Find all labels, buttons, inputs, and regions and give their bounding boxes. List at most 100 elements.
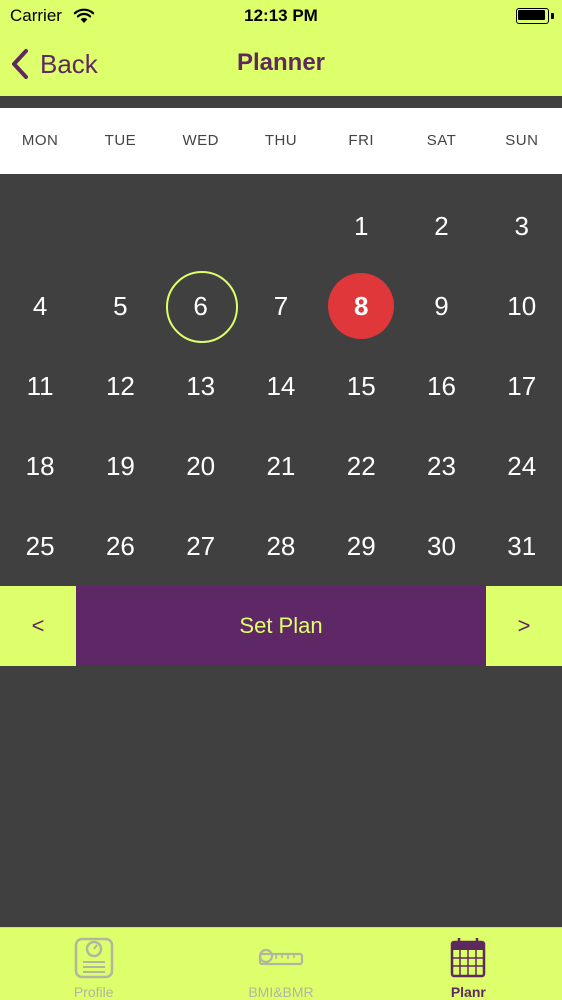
calendar-empty-cell	[241, 186, 321, 266]
calendar-day-28[interactable]: 28	[241, 506, 321, 586]
weekday-header: MON TUE WED THU FRI SAT SUN	[0, 108, 562, 174]
weekday-label: SAT	[426, 132, 457, 149]
calendar-day-21[interactable]: 21	[241, 426, 321, 506]
day-number: 16	[427, 370, 456, 401]
day-number: 30	[427, 530, 456, 561]
calendar-icon	[451, 938, 486, 978]
day-number: 2	[434, 210, 449, 241]
weekday-label: WED	[182, 132, 219, 149]
weekday-label: SUN	[505, 132, 539, 149]
weekday-label: TUE	[104, 132, 137, 149]
day-number: 10	[507, 290, 537, 321]
calendar-week-row: 11 12 13 14 15 16 17	[0, 346, 562, 426]
calendar-day-22[interactable]: 22	[321, 426, 401, 506]
day-number: 18	[25, 450, 55, 481]
tab-label: Planr	[450, 984, 486, 1000]
back-button[interactable]: Back	[10, 46, 98, 82]
calendar-day-14[interactable]: 14	[241, 346, 321, 426]
previous-month-button[interactable]: <	[0, 586, 76, 666]
day-number: 23	[427, 450, 456, 481]
weekday-label: FRI	[348, 132, 375, 149]
tab-bmi-bmr[interactable]: BMI&BMR	[187, 928, 374, 1000]
back-label: Back	[40, 48, 98, 79]
status-bar: Carrier 12:13 PM	[0, 0, 562, 32]
day-number: 29	[346, 530, 376, 561]
day-number: 4	[32, 290, 48, 321]
calendar-day-7[interactable]: 7	[241, 266, 321, 346]
calendar-day-25[interactable]: 25	[0, 506, 80, 586]
day-number: 9	[434, 290, 449, 321]
calendar-week-row: 25 26 27 28 29 30 31	[0, 506, 562, 586]
next-month-button[interactable]: >	[486, 586, 562, 666]
day-number: 13	[186, 370, 216, 401]
calendar-day-27[interactable]: 27	[161, 506, 241, 586]
tab-label: Profile	[73, 984, 114, 1000]
battery-icon	[516, 8, 554, 24]
day-number: 26	[105, 530, 135, 561]
calendar-day-12[interactable]: 12	[80, 346, 160, 426]
calendar-day-17[interactable]: 17	[482, 346, 562, 426]
calendar-day-18[interactable]: 18	[0, 426, 80, 506]
calendar-day-10[interactable]: 10	[482, 266, 562, 346]
day-number: 3	[514, 210, 529, 241]
calendar-day-3[interactable]: 3	[482, 186, 562, 266]
day-number: 31	[507, 530, 537, 561]
clock: 12:13 PM	[244, 6, 318, 25]
day-number: 1	[353, 210, 369, 241]
calendar-day-13[interactable]: 13	[161, 346, 241, 426]
tab-planr[interactable]: Planr	[375, 928, 562, 1000]
day-number: 6	[193, 290, 208, 321]
calendar-day-23[interactable]: 23	[401, 426, 481, 506]
day-number: 14	[266, 370, 296, 401]
day-number: 22	[346, 450, 376, 481]
calendar-week-row: 4 5 6 7 8 9 10	[0, 266, 562, 346]
tape-measure-icon	[258, 948, 304, 966]
day-number: 12	[105, 370, 135, 401]
calendar-day-11[interactable]: 11	[0, 346, 80, 426]
calendar-day-29[interactable]: 29	[321, 506, 401, 586]
tab-bar: Profile BMI&BMR Planr	[0, 927, 562, 1000]
calendar-day-26[interactable]: 26	[80, 506, 160, 586]
calendar-day-2[interactable]: 2	[401, 186, 481, 266]
calendar-grid: 1 2 3 4 5 6 7 8 9 10 11 12 13 14 15 16 17 18 19 20 21 22 23 24 2…	[0, 186, 562, 586]
day-number: 17	[507, 370, 537, 401]
weekday-label: THU	[264, 132, 298, 149]
day-number: 11	[26, 370, 54, 401]
day-number: 21	[266, 450, 296, 481]
calendar-day-4[interactable]: 4	[0, 266, 80, 346]
calendar-day-16[interactable]: 16	[401, 346, 481, 426]
tab-profile[interactable]: Profile	[0, 928, 187, 1000]
day-number: 20	[186, 450, 216, 481]
navigation-bar: Back Planner	[0, 32, 562, 96]
calendar-week-row: 1 2 3	[0, 186, 562, 266]
day-number: 24	[507, 450, 537, 481]
scale-icon	[74, 937, 113, 979]
weekday-label: MON	[21, 132, 59, 149]
calendar-day-1[interactable]: 1	[321, 186, 401, 266]
calendar-day-19[interactable]: 19	[80, 426, 160, 506]
calendar-day-24[interactable]: 24	[482, 426, 562, 506]
day-number: 7	[273, 290, 289, 321]
day-number: 25	[25, 530, 55, 561]
calendar-week-row: 18 19 20 21 22 23 24	[0, 426, 562, 506]
calendar-empty-cell	[80, 186, 160, 266]
calendar-day-30[interactable]: 30	[401, 506, 481, 586]
calendar-day-8[interactable]: 8	[321, 266, 401, 346]
day-number: 8	[353, 290, 369, 321]
top-bar: Carrier 12:13 PM Back Planner	[0, 0, 562, 96]
calendar-day-6[interactable]: 6	[161, 266, 241, 346]
set-plan-button[interactable]: Set Plan	[76, 586, 486, 666]
calendar-empty-cell	[0, 186, 80, 266]
calendar-empty-cell	[161, 186, 241, 266]
chevron-left-icon	[12, 49, 28, 79]
calendar-day-5[interactable]: 5	[80, 266, 160, 346]
calendar-day-31[interactable]: 31	[482, 506, 562, 586]
day-number: 19	[105, 450, 135, 481]
day-number: 5	[113, 290, 128, 321]
tab-label: BMI&BMR	[248, 984, 314, 1000]
calendar-day-20[interactable]: 20	[161, 426, 241, 506]
calendar-day-15[interactable]: 15	[321, 346, 401, 426]
planner-screen: Carrier 12:13 PM Back Planner MON TUE WE…	[0, 0, 562, 1000]
calendar-day-9[interactable]: 9	[401, 266, 481, 346]
day-number: 15	[346, 370, 376, 401]
